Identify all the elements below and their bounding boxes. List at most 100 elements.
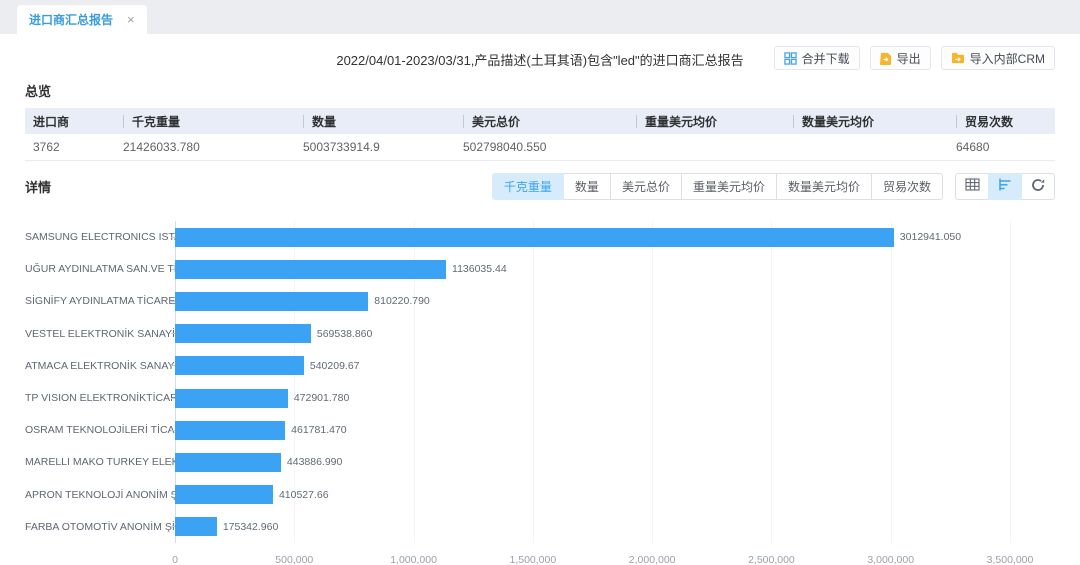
refresh-button[interactable] bbox=[1021, 173, 1055, 200]
import-crm-button[interactable]: 导入内部CRM bbox=[941, 46, 1055, 70]
column-divider bbox=[123, 115, 124, 128]
category-label: SİGNİFY AYDINLATMA TİCARET ANO... bbox=[25, 295, 167, 307]
category-label: APRON TEKNOLOJİ ANONİM ŞİRKETİ bbox=[25, 489, 167, 501]
chart-row: TP VISION ELEKTRONİKTİCARET AN... 472901.… bbox=[25, 382, 1010, 414]
table-view-button[interactable] bbox=[955, 173, 989, 200]
bar[interactable] bbox=[175, 260, 446, 279]
app-window: 进口商汇总报告 × 2022/04/01-2023/03/31,产品描述(土耳其… bbox=[0, 0, 1080, 565]
overview-cell: 21426033.780 bbox=[115, 140, 295, 154]
metric-tab-3[interactable]: 重量美元均价 bbox=[681, 173, 777, 200]
bar[interactable] bbox=[175, 421, 285, 440]
overview-column-header: 数量 bbox=[295, 108, 455, 134]
metric-tab-5[interactable]: 贸易次数 bbox=[871, 173, 943, 200]
overview-column-header: 数量美元均价 bbox=[785, 108, 948, 134]
chart-x-axis: 0500,0001,000,0001,500,0002,000,0002,500… bbox=[175, 549, 1010, 565]
button-label: 导出 bbox=[897, 50, 921, 67]
detail-toolbar: 详情 千克重量数量美元总价重量美元均价数量美元均价贸易次数 bbox=[25, 171, 1055, 201]
bar-zone: 810220.790 bbox=[175, 292, 1010, 311]
x-tick-label: 1,000,000 bbox=[390, 554, 437, 565]
header-actions: 合并下载 导出 导入内部CRM bbox=[774, 46, 1055, 70]
report-page: 2022/04/01-2023/03/31,产品描述(土耳其语)包含"led"的… bbox=[0, 34, 1080, 565]
bar-value-label: 3012941.050 bbox=[900, 231, 961, 243]
bar[interactable] bbox=[175, 453, 281, 472]
button-label: 导入内部CRM bbox=[970, 50, 1045, 67]
bar[interactable] bbox=[175, 356, 304, 375]
bar-zone: 175342.960 bbox=[175, 517, 1010, 536]
bar-zone: 540209.67 bbox=[175, 356, 1010, 375]
bar-value-label: 461781.470 bbox=[291, 424, 346, 436]
chart-rows: SAMSUNG ELECTRONICS ISTANBUL P...3012941… bbox=[25, 221, 1010, 543]
page-title: 2022/04/01-2023/03/31,产品描述(土耳其语)包含"led"的… bbox=[336, 50, 743, 69]
close-icon[interactable]: × bbox=[127, 12, 135, 27]
overview-cell: 64680 bbox=[948, 140, 1055, 154]
chart-row: APRON TEKNOLOJİ ANONİM ŞİRKETİ 410527.66 bbox=[25, 479, 1010, 511]
bar[interactable] bbox=[175, 292, 368, 311]
overview-column-header: 贸易次数 bbox=[948, 108, 1055, 134]
overview-column-header: 美元总价 bbox=[455, 108, 628, 134]
column-divider bbox=[303, 115, 304, 128]
bar-value-label: 1136035.44 bbox=[452, 263, 507, 275]
column-divider bbox=[636, 115, 637, 128]
column-divider bbox=[463, 115, 464, 128]
bar-value-label: 472901.780 bbox=[294, 392, 349, 404]
bar-value-label: 540209.67 bbox=[310, 360, 360, 372]
detail-section-title: 详情 bbox=[25, 177, 51, 196]
x-tick-label: 1,500,000 bbox=[509, 554, 556, 565]
chart-row: ATMACA ELEKTRONİK SANAYİ VE Tİ...540209.… bbox=[25, 350, 1010, 382]
button-label: 合并下载 bbox=[802, 50, 850, 67]
chart-row: MARELLI MAKO TURKEY ELEKTRİK S...443886.… bbox=[25, 446, 1010, 478]
bar[interactable] bbox=[175, 389, 288, 408]
refresh-icon bbox=[1031, 178, 1045, 195]
category-label: VESTEL ELEKTRONİK SANAYİ VE Tİ... bbox=[25, 328, 167, 340]
chart-row: OSRAM TEKNOLOJİLERİ TİCARET AN... 461781.… bbox=[25, 414, 1010, 446]
table-view-icon bbox=[965, 178, 980, 194]
overview-column-header: 进口商 bbox=[25, 108, 115, 134]
category-label: UĞUR AYDINLATMA SAN.VE TİC.LTD... bbox=[25, 263, 167, 275]
chart-row: SİGNİFY AYDINLATMA TİCARET ANO... 810220.… bbox=[25, 285, 1010, 317]
bar[interactable] bbox=[175, 228, 894, 247]
metric-tab-1[interactable]: 数量 bbox=[563, 173, 611, 200]
metric-tab-2[interactable]: 美元总价 bbox=[610, 173, 682, 200]
x-tick-label: 2,500,000 bbox=[748, 554, 795, 565]
bar-value-label: 410527.66 bbox=[279, 489, 329, 501]
overview-column-header: 重量美元均价 bbox=[628, 108, 785, 134]
category-label: FARBA OTOMOTİV ANONİM ŞİRKETİ bbox=[25, 521, 167, 533]
x-tick-label: 2,000,000 bbox=[629, 554, 676, 565]
overview-cell: 502798040.550 bbox=[455, 140, 628, 154]
view-tool-group bbox=[955, 173, 1055, 200]
export-button[interactable]: 导出 bbox=[870, 46, 931, 70]
overview-section-title: 总览 bbox=[25, 81, 1055, 100]
bar-zone: 569538.860 bbox=[175, 324, 1010, 343]
chart-row: SAMSUNG ELECTRONICS ISTANBUL P...3012941… bbox=[25, 221, 1010, 253]
bar-zone: 3012941.050 bbox=[175, 228, 1010, 247]
bar-value-label: 810220.790 bbox=[374, 295, 429, 307]
category-label: OSRAM TEKNOLOJİLERİ TİCARET AN... bbox=[25, 424, 167, 436]
bar-chart-view-button[interactable] bbox=[988, 173, 1022, 200]
bar[interactable] bbox=[175, 324, 311, 343]
metric-tab-4[interactable]: 数量美元均价 bbox=[776, 173, 872, 200]
tab-bar: 进口商汇总报告 × bbox=[0, 0, 1080, 34]
tab-import-summary-report[interactable]: 进口商汇总报告 × bbox=[17, 5, 147, 34]
gridline bbox=[1010, 221, 1011, 543]
metric-tab-0[interactable]: 千克重量 bbox=[492, 173, 564, 200]
x-tick-label: 3,000,000 bbox=[867, 554, 914, 565]
bar-value-label: 175342.960 bbox=[223, 521, 278, 533]
bar-value-label: 569538.860 bbox=[317, 328, 372, 340]
bar[interactable] bbox=[175, 517, 217, 536]
chart-row: UĞUR AYDINLATMA SAN.VE TİC.LTD... 1136035… bbox=[25, 253, 1010, 285]
overview-cell: 5003733914.9 bbox=[295, 140, 455, 154]
importers-bar-chart: SAMSUNG ELECTRONICS ISTANBUL P...3012941… bbox=[25, 217, 1055, 565]
overview-data-row: 376221426033.7805003733914.9502798040.55… bbox=[25, 134, 1055, 161]
bar-chart-view-icon bbox=[998, 178, 1012, 194]
chart-row: FARBA OTOMOTİV ANONİM ŞİRKETİ 175342.960 bbox=[25, 511, 1010, 543]
merge-download-button[interactable]: 合并下载 bbox=[774, 46, 860, 70]
metric-tab-group: 千克重量数量美元总价重量美元均价数量美元均价贸易次数 bbox=[492, 173, 943, 200]
bar-zone: 472901.780 bbox=[175, 389, 1010, 408]
merge-download-icon bbox=[784, 52, 797, 65]
bar-zone: 1136035.44 bbox=[175, 260, 1010, 279]
category-label: MARELLI MAKO TURKEY ELEKTRİK S... bbox=[25, 456, 167, 468]
x-tick-label: 0 bbox=[172, 554, 178, 565]
bar-zone: 410527.66 bbox=[175, 485, 1010, 504]
category-label: TP VISION ELEKTRONİKTİCARET AN... bbox=[25, 392, 167, 404]
bar[interactable] bbox=[175, 485, 273, 504]
